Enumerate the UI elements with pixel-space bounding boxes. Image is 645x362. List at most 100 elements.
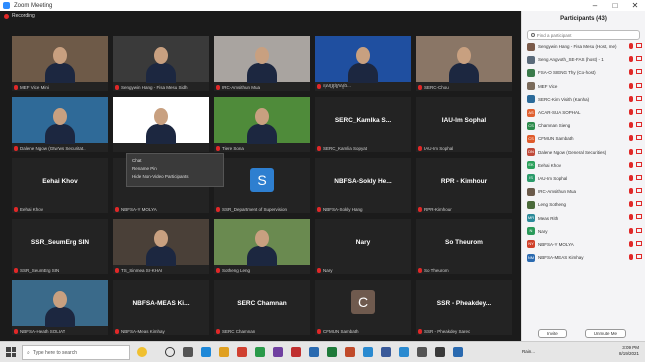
context-menu-hide-nonvideo[interactable]: Hide Non-Video Participants bbox=[132, 173, 218, 181]
participant-nametag: SERC Chamnan bbox=[216, 329, 255, 334]
participant-row[interactable]: NM NBFSA-MEAS Kimhay bbox=[527, 251, 642, 264]
participant-row-avatar bbox=[527, 55, 535, 64]
app-icon-16[interactable] bbox=[453, 347, 463, 357]
word-icon[interactable] bbox=[309, 347, 319, 357]
video-tile[interactable]: Nary Nary bbox=[315, 219, 411, 274]
participant-row[interactable]: MR Meas Rith bbox=[527, 211, 642, 224]
video-tile[interactable]: NBFSA-Sokly He... NBFSA-Sokly Hang bbox=[315, 158, 411, 213]
video-off-icon bbox=[636, 188, 642, 194]
chrome-icon[interactable] bbox=[237, 347, 247, 357]
acrobat-icon[interactable] bbox=[291, 347, 301, 357]
video-tile[interactable]: IAU-Im Sophal IAU-Im Sophal bbox=[416, 97, 512, 152]
close-button[interactable]: ✕ bbox=[625, 0, 645, 11]
taskbar-search[interactable]: ⌕ Type here to search bbox=[22, 345, 130, 360]
cortana-icon[interactable] bbox=[165, 347, 175, 357]
participant-row[interactable]: Seng Angvoth_SE-FAS (host) - 1 bbox=[527, 53, 642, 66]
context-menu-rename[interactable]: Rename Pin bbox=[132, 165, 218, 173]
video-tile[interactable]: C CFMUN Sambath bbox=[315, 280, 411, 335]
participant-name-label: SERC-Chou bbox=[424, 85, 449, 90]
store-icon[interactable] bbox=[255, 347, 265, 357]
video-tile[interactable]: NBFSA-MEAS Ki... NBFSA-Meas Kimhay bbox=[113, 280, 209, 335]
system-clock[interactable]: 3:09 PM 8/19/2021 bbox=[619, 345, 639, 357]
video-tile[interactable]: NBFSA-Heath SOLIAT bbox=[12, 280, 108, 335]
participant-row[interactable]: FSA-O SIENG Thy (Co-host) bbox=[527, 66, 642, 79]
app-icon-12[interactable] bbox=[381, 347, 391, 357]
tray-weather-text[interactable]: Rain... bbox=[522, 349, 535, 354]
video-off-icon bbox=[636, 95, 642, 101]
unmute-me-button[interactable]: Unmute Me bbox=[584, 329, 627, 338]
video-tile[interactable] bbox=[113, 97, 209, 152]
video-tile[interactable]: ខុសត្រូវក្រសួង... bbox=[315, 36, 411, 91]
participant-row-avatar: CS bbox=[527, 134, 535, 143]
context-menu-chat[interactable]: Chat bbox=[132, 157, 218, 165]
file-explorer-icon[interactable] bbox=[219, 347, 229, 357]
app-icon-6[interactable] bbox=[273, 347, 283, 357]
participant-row[interactable]: N Nary bbox=[527, 225, 642, 238]
participant-name-label: IAU-Im Sophal bbox=[424, 146, 454, 151]
video-tile[interactable]: Tiere Sona bbox=[214, 97, 310, 152]
invite-button[interactable]: Invite bbox=[538, 329, 567, 338]
participant-status-icons bbox=[629, 95, 642, 102]
video-tile[interactable]: Sengywin Hang - Fisa Mesu Sidh bbox=[113, 36, 209, 91]
participant-display-name: RPR - Kimhour bbox=[440, 178, 488, 185]
participant-row[interactable]: Leng Sotheng bbox=[527, 198, 642, 211]
participant-row[interactable]: IS IAU-Im Sophal bbox=[527, 172, 642, 185]
participant-video bbox=[12, 97, 108, 144]
meeting-area: Recording MEF Vice Mini Sengywin Hang - F… bbox=[0, 11, 521, 341]
muted-mic-icon bbox=[14, 207, 18, 212]
participant-row[interactable]: SERC-Kim Visith (Kanha) bbox=[527, 93, 642, 106]
participant-search-input[interactable] bbox=[537, 32, 637, 38]
powerpoint-icon[interactable] bbox=[345, 347, 355, 357]
participant-row[interactable]: DN Dalene Ngow (General Securities) bbox=[527, 146, 642, 159]
task-view-icon[interactable] bbox=[183, 347, 193, 357]
participant-search[interactable] bbox=[527, 30, 640, 40]
muted-mic-icon bbox=[629, 201, 633, 208]
maximize-button[interactable]: □ bbox=[605, 0, 625, 11]
participant-status-icons bbox=[629, 82, 642, 89]
participant-nametag: NBFSA-Sokly Hang bbox=[317, 207, 363, 212]
video-off-icon bbox=[636, 122, 642, 128]
zoom-taskbar-icon[interactable] bbox=[363, 347, 373, 357]
app-icon-15[interactable] bbox=[435, 347, 445, 357]
participant-status-icons bbox=[629, 254, 642, 260]
windows-start-icon[interactable] bbox=[6, 347, 16, 357]
participants-title: Participants (43) bbox=[560, 16, 607, 22]
weather-app-icon[interactable] bbox=[137, 347, 147, 357]
participant-video bbox=[214, 219, 310, 266]
video-tile[interactable]: So Theurom So Theurom bbox=[416, 219, 512, 274]
video-tile[interactable]: Eehai Khov Eehai Khov bbox=[12, 158, 108, 213]
recording-dot-icon bbox=[4, 13, 9, 19]
excel-icon[interactable] bbox=[327, 347, 337, 357]
participant-row-avatar: IS bbox=[527, 174, 535, 183]
muted-mic-icon bbox=[418, 329, 422, 334]
participant-row[interactable]: NY NBFSA-Y MOLYA bbox=[527, 238, 642, 251]
participant-status-icons bbox=[629, 148, 642, 155]
video-tile[interactable]: SERC-Chou bbox=[416, 36, 512, 91]
zoom-meeting-taskbar-icon[interactable] bbox=[399, 347, 409, 357]
participant-row[interactable]: Sengywin Hang - Fisa Mesu (Host, me) bbox=[527, 40, 642, 53]
participant-row-name: Leng Sotheng bbox=[538, 202, 567, 208]
video-tile[interactable]: IRC-Amsithun Mua bbox=[214, 36, 310, 91]
participant-row[interactable]: EK Eehai Khov bbox=[527, 159, 642, 172]
minimize-button[interactable]: – bbox=[585, 0, 605, 11]
video-tile[interactable]: TS_Sinmea Sr-KHAI bbox=[113, 219, 209, 274]
video-tile[interactable]: Sotheng Leng bbox=[214, 219, 310, 274]
app-icon-14[interactable] bbox=[417, 347, 427, 357]
video-tile[interactable]: SERC Chamnan SERC Chamnan bbox=[214, 280, 310, 335]
video-tile[interactable]: SERC_Kamlka S... SERC_Kamlia Sopyat bbox=[315, 97, 411, 152]
participant-row[interactable]: IRC-Amsithun Mua bbox=[527, 185, 642, 198]
video-tile[interactable]: Dalene Ngow (Gtw'ws Securitat.. bbox=[12, 97, 108, 152]
video-tile[interactable]: RPR - Kimhour RPR-Kimhour bbox=[416, 158, 512, 213]
participant-row[interactable]: CS CFMUN Sambath bbox=[527, 132, 642, 145]
video-off-icon bbox=[636, 135, 642, 141]
participant-row[interactable]: CS Chamnan Sieng bbox=[527, 119, 642, 132]
edge-icon[interactable] bbox=[201, 347, 211, 357]
video-tile[interactable]: SSR - Pheakdey... SSR - Pheakdey Sarec bbox=[416, 280, 512, 335]
video-tile[interactable]: SSR_SeumErg SIN SSR_SeumErg SIN bbox=[12, 219, 108, 274]
participant-nametag: SERC-Chou bbox=[418, 85, 449, 90]
video-tile[interactable]: S SSR_Department of Supervision bbox=[214, 158, 310, 213]
participant-row[interactable]: MEF Vice bbox=[527, 80, 642, 93]
muted-mic-icon bbox=[115, 268, 119, 273]
video-tile[interactable]: MEF Vice Mini bbox=[12, 36, 108, 91]
participant-row[interactable]: AS ACAR-SUA SOPHAL bbox=[527, 106, 642, 119]
